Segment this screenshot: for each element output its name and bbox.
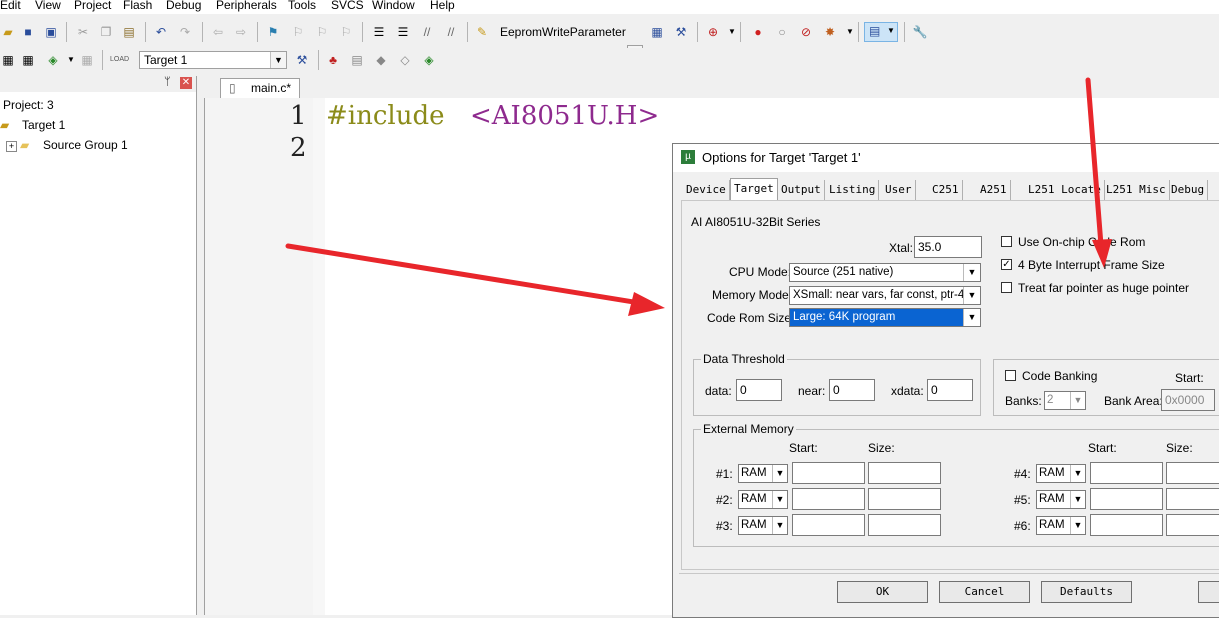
- annotation-arrow-interrupt-frame: [1085, 77, 1112, 268]
- annotation-arrow-code-rom: [285, 243, 665, 316]
- annotation-arrows: [285, 77, 1112, 316]
